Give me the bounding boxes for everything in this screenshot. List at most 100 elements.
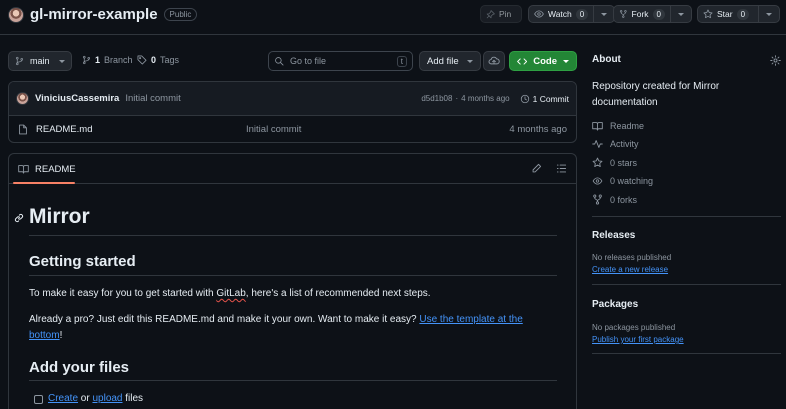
- chevron-down-icon: [678, 12, 684, 16]
- fork-icon: [619, 10, 627, 18]
- commit-hash[interactable]: d5d1b08: [421, 94, 452, 103]
- chevron-down-icon: [766, 12, 772, 16]
- fork-button[interactable]: Fork 0: [614, 6, 670, 22]
- star-count: 0: [736, 8, 750, 20]
- heading-add-files: Add your files: [29, 359, 130, 376]
- list-outline-icon[interactable]: [556, 163, 567, 174]
- star-icon: [703, 9, 713, 19]
- anchor-link-icon[interactable]: [14, 213, 24, 223]
- history-icon: [520, 94, 529, 103]
- watch-count: 0: [575, 8, 589, 20]
- readme-panel: README Mirror Getting started To make it…: [8, 153, 577, 409]
- pencil-icon[interactable]: [531, 163, 542, 174]
- create-link[interactable]: Create: [48, 393, 78, 404]
- paragraph-pro: Already a pro? Just edit this README.md …: [29, 314, 523, 341]
- task-checkbox[interactable]: [34, 394, 43, 404]
- file-name[interactable]: README.md: [36, 124, 246, 135]
- publish-package-link[interactable]: Publish your first package: [592, 335, 684, 344]
- owner-avatar[interactable]: [8, 6, 24, 23]
- fork-count: 0: [652, 8, 665, 20]
- pin-button[interactable]: Pin: [480, 5, 522, 23]
- codespaces-button[interactable]: [483, 51, 505, 71]
- sidebar-divider: [592, 353, 781, 354]
- releases-heading[interactable]: Releases: [592, 230, 635, 241]
- heading-divider: [29, 380, 557, 381]
- create-release-link[interactable]: Create a new release: [592, 265, 668, 274]
- spellcheck-word-gitlab: GitLab: [216, 288, 246, 299]
- pin-icon: [486, 9, 495, 18]
- commit-author[interactable]: ViniciusCassemira: [35, 93, 119, 104]
- branch-selector[interactable]: main: [8, 51, 72, 71]
- add-file-button[interactable]: Add file: [419, 51, 481, 71]
- file-time: 4 months ago: [509, 124, 567, 135]
- readme-tab[interactable]: README: [18, 154, 76, 184]
- title-divider: [29, 235, 557, 236]
- gear-icon[interactable]: [770, 55, 781, 66]
- visibility-badge: Public: [163, 8, 198, 21]
- branch-icon: [82, 55, 91, 65]
- about-description: Repository created for Mirror documentat…: [592, 81, 720, 108]
- chevron-down-icon: [563, 59, 569, 63]
- code-icon: [517, 57, 528, 65]
- chevron-down-icon: [466, 59, 473, 63]
- header-divider: [0, 34, 786, 35]
- task-list-item: Create or upload files: [34, 391, 143, 407]
- paragraph-intro: To make it easy for you to get started w…: [29, 288, 431, 299]
- watch-dropdown[interactable]: [594, 12, 614, 16]
- commit-time: 4 months ago: [461, 94, 510, 103]
- search-shortcut-key: t: [396, 55, 407, 67]
- chevron-down-icon: [601, 12, 608, 16]
- file-commit-message[interactable]: Initial commit: [246, 124, 301, 135]
- readme-title: Mirror: [29, 205, 90, 228]
- search-icon: [275, 57, 284, 66]
- commit-separator: ·: [455, 94, 459, 103]
- about-readme-link[interactable]: Readme: [592, 121, 644, 131]
- star-dropdown[interactable]: [759, 12, 779, 16]
- readme-tab-underline: [13, 182, 75, 184]
- book-icon: [592, 122, 603, 131]
- star-icon: [592, 157, 603, 168]
- releases-empty-text: No releases published: [592, 253, 672, 262]
- pulse-icon: [592, 140, 603, 148]
- watch-button-group: Watch 0: [528, 5, 616, 23]
- code-button[interactable]: Code: [509, 51, 577, 71]
- book-icon: [18, 165, 29, 174]
- file-row[interactable]: README.md Initial commit 4 months ago: [9, 116, 576, 142]
- readme-header: README: [9, 154, 576, 184]
- heading-divider: [29, 275, 557, 276]
- sidebar-divider: [592, 216, 781, 217]
- latest-commit-bar: ViniciusCassemira Initial commit d5d1b08…: [9, 82, 576, 116]
- go-to-file-search[interactable]: Go to file t: [268, 51, 413, 71]
- about-forks-link[interactable]: 0 forks: [592, 194, 637, 205]
- branches-link[interactable]: 1 Branch: [82, 55, 133, 65]
- branch-name: main: [30, 56, 50, 66]
- upload-link[interactable]: upload: [92, 393, 122, 404]
- commits-link[interactable]: 1 Commit: [520, 94, 569, 104]
- star-button[interactable]: Star 0: [698, 6, 758, 22]
- fork-dropdown[interactable]: [671, 12, 691, 16]
- sidebar-divider: [592, 284, 781, 285]
- heading-getting-started: Getting started: [29, 253, 136, 270]
- repo-name[interactable]: gl-mirror-example: [30, 6, 158, 23]
- packages-empty-text: No packages published: [592, 323, 676, 332]
- author-avatar[interactable]: [16, 92, 29, 105]
- about-stars-link[interactable]: 0 stars: [592, 157, 637, 168]
- repo-header: gl-mirror-example Public: [8, 6, 198, 23]
- cloud-upload-icon: [488, 56, 500, 65]
- eye-icon: [592, 177, 603, 185]
- packages-heading[interactable]: Packages: [592, 299, 638, 310]
- search-input[interactable]: Go to file: [290, 56, 326, 66]
- eye-icon: [534, 10, 544, 18]
- commit-message[interactable]: Initial commit: [125, 93, 180, 104]
- about-activity-link[interactable]: Activity: [592, 139, 639, 149]
- chevron-down-icon: [59, 59, 65, 63]
- watch-button[interactable]: Watch 0: [529, 6, 593, 22]
- tag-icon: [137, 55, 147, 65]
- fork-icon: [593, 194, 602, 205]
- branch-icon: [15, 56, 24, 66]
- about-watching-link[interactable]: 0 watching: [592, 176, 653, 186]
- tags-link[interactable]: 0 Tags: [137, 55, 179, 65]
- file-icon: [19, 124, 27, 135]
- star-button-group: Star 0: [697, 5, 780, 23]
- file-browser: ViniciusCassemira Initial commit d5d1b08…: [8, 81, 577, 143]
